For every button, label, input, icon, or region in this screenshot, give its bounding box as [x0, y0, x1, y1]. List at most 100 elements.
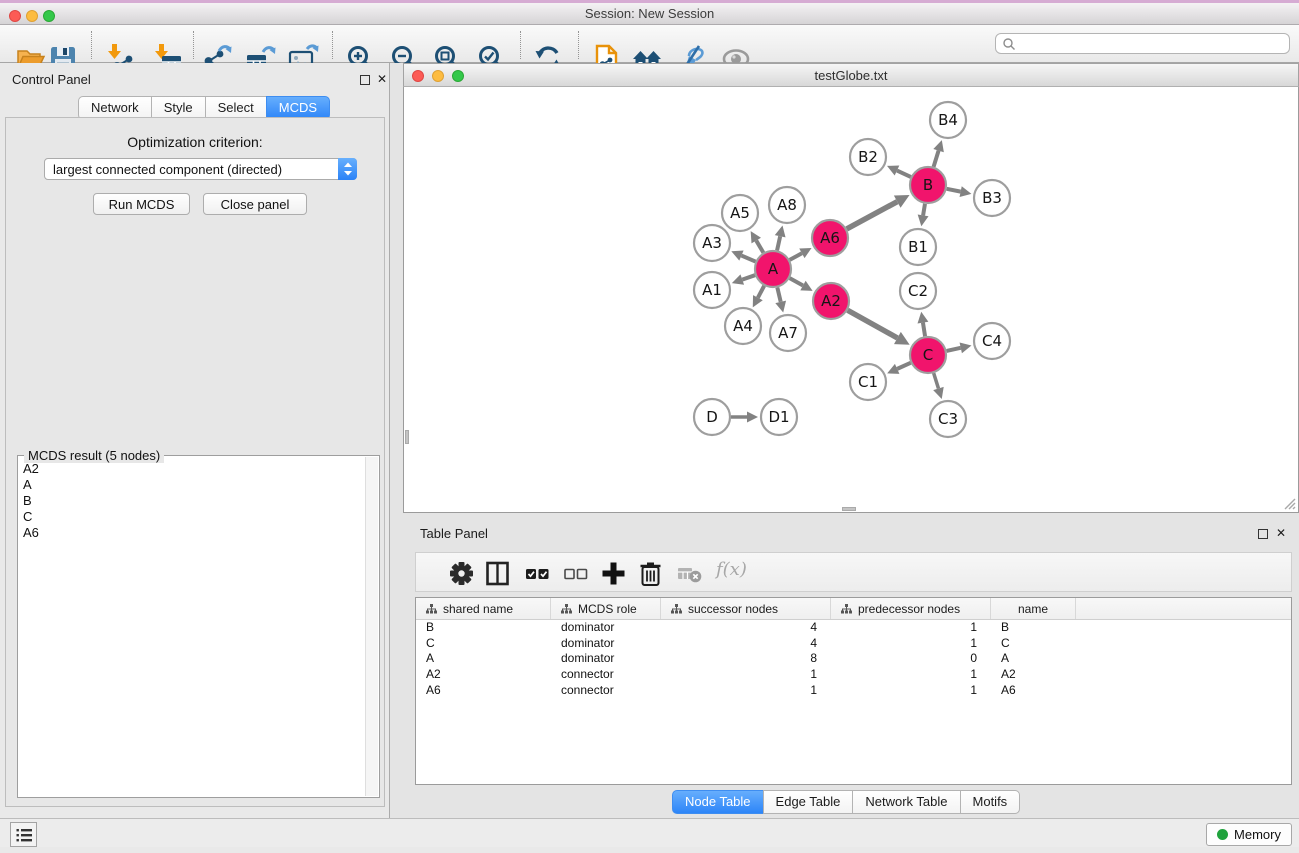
column-header[interactable]: shared name — [416, 598, 551, 619]
run-mcds-button[interactable]: Run MCDS — [93, 193, 190, 215]
search-field[interactable] — [995, 33, 1290, 54]
network-minimize-button[interactable] — [432, 70, 444, 82]
edge-A-A2[interactable] — [790, 278, 803, 285]
mcds-result-item[interactable]: C — [19, 509, 365, 525]
apply-function-icon[interactable]: f(x) — [716, 559, 747, 580]
table-row[interactable]: Adominator80A — [416, 651, 1291, 667]
resize-grip-icon[interactable] — [1282, 496, 1296, 510]
graph-node-C[interactable]: C — [910, 337, 946, 373]
canvas-vscroll-thumb[interactable] — [405, 430, 409, 444]
edge-B-B1[interactable] — [923, 204, 925, 216]
edge-A-A8[interactable] — [777, 236, 780, 250]
canvas-hscroll-thumb[interactable] — [842, 507, 856, 511]
table-row[interactable]: A2connector11A2 — [416, 667, 1291, 683]
graph-node-A1[interactable]: A1 — [694, 272, 730, 308]
edge-C-C1[interactable] — [897, 363, 910, 369]
edge-A-A5[interactable] — [756, 241, 763, 253]
graph-node-D1[interactable]: D1 — [761, 399, 797, 435]
graph-node-A8[interactable]: A8 — [769, 187, 805, 223]
edge-B-B4[interactable] — [934, 151, 939, 167]
mcds-result-item[interactable]: A6 — [19, 525, 365, 541]
graph-node-D[interactable]: D — [694, 399, 730, 435]
add-column-icon[interactable] — [600, 560, 627, 587]
edge-A-A6[interactable] — [790, 253, 802, 260]
graph-node-A4[interactable]: A4 — [725, 308, 761, 344]
close-panel-icon[interactable]: ✕ — [377, 72, 387, 86]
table-row[interactable]: Cdominator41C — [416, 636, 1291, 652]
edge-arrowhead — [960, 342, 972, 353]
edge-arrowhead — [918, 312, 929, 324]
svg-text:B4: B4 — [938, 111, 958, 129]
graph-node-B2[interactable]: B2 — [850, 139, 886, 175]
control-panel-title: Control Panel — [12, 72, 91, 87]
graph-node-C3[interactable]: C3 — [930, 401, 966, 437]
unselect-all-icon[interactable] — [562, 560, 589, 587]
tab-edge-table[interactable]: Edge Table — [763, 790, 854, 814]
edge-A6-B[interactable] — [847, 202, 898, 229]
close-window-button[interactable] — [9, 10, 21, 22]
svg-text:A3: A3 — [702, 234, 722, 252]
mcds-result-item[interactable]: A — [19, 477, 365, 493]
graph-node-B3[interactable]: B3 — [974, 180, 1010, 216]
column-header[interactable]: MCDS role — [551, 598, 661, 619]
svg-text:C: C — [923, 346, 933, 364]
network-canvas[interactable]: B4 B2 B B3 A8 A5 A6 A3 B1 A A1 C2 A2 A4A7 C4 C C1 D D1 C3 — [403, 87, 1299, 513]
task-history-button[interactable] — [10, 822, 37, 847]
mcds-result-scrollbar[interactable] — [365, 457, 378, 796]
graph-node-A[interactable]: A — [755, 251, 791, 287]
search-input[interactable] — [1016, 35, 1289, 52]
select-all-icon[interactable] — [524, 560, 551, 587]
svg-text:C1: C1 — [858, 373, 878, 391]
criterion-dropdown[interactable]: largest connected component (directed) — [44, 158, 357, 180]
table-float-icon[interactable] — [1258, 529, 1268, 539]
graph-node-A2[interactable]: A2 — [813, 283, 849, 319]
edge-A2-C[interactable] — [848, 310, 898, 338]
memory-button[interactable]: Memory — [1206, 823, 1292, 846]
mcds-result-item[interactable]: B — [19, 493, 365, 509]
table-row[interactable]: A6connector11A6 — [416, 683, 1291, 699]
float-panel-icon[interactable] — [360, 75, 370, 85]
edge-A-A1[interactable] — [742, 275, 755, 279]
column-header[interactable]: predecessor nodes — [831, 598, 991, 619]
edge-C-C2[interactable] — [923, 323, 925, 337]
graph-node-B1[interactable]: B1 — [900, 229, 936, 265]
tab-network-table[interactable]: Network Table — [852, 790, 960, 814]
close-panel-button[interactable]: Close panel — [203, 193, 307, 215]
graph-node-B[interactable]: B — [910, 167, 946, 203]
delete-table-icon[interactable] — [676, 560, 703, 587]
column-header[interactable]: successor nodes — [661, 598, 831, 619]
graph-node-A7[interactable]: A7 — [770, 315, 806, 351]
graph-node-C4[interactable]: C4 — [974, 323, 1010, 359]
column-header[interactable]: name — [991, 598, 1076, 619]
graph-node-C1[interactable]: C1 — [850, 364, 886, 400]
network-close-button[interactable] — [412, 70, 424, 82]
network-zoom-button[interactable] — [452, 70, 464, 82]
zoom-window-button[interactable] — [43, 10, 55, 22]
mcds-result-item[interactable]: A2 — [19, 461, 365, 477]
graph-node-A5[interactable]: A5 — [722, 195, 758, 231]
tab-node-table[interactable]: Node Table — [672, 790, 764, 814]
application-window: Session: New Session Control Panel ✕ — [0, 0, 1299, 853]
network-graph: B4 B2 B B3 A8 A5 A6 A3 B1 A A1 C2 A2 A4A7 C4 C C1 D D1 C3 — [404, 87, 1298, 511]
svg-text:A2: A2 — [821, 292, 841, 310]
tab-motifs[interactable]: Motifs — [960, 790, 1021, 814]
table-settings-gear-icon[interactable] — [448, 560, 475, 587]
edge-C-C4[interactable] — [947, 348, 961, 351]
edge-A-A3[interactable] — [741, 256, 755, 262]
graph-node-B4[interactable]: B4 — [930, 102, 966, 138]
delete-column-trash-icon[interactable] — [637, 560, 664, 587]
edge-A-A4[interactable] — [758, 286, 764, 298]
graph-node-A3[interactable]: A3 — [694, 225, 730, 261]
edge-A-A7[interactable] — [777, 287, 780, 301]
graph-node-C2[interactable]: C2 — [900, 273, 936, 309]
network-window-title-bar[interactable]: testGlobe.txt — [403, 63, 1299, 87]
toggle-panes-icon[interactable] — [484, 560, 511, 587]
table-row[interactable]: Bdominator41B — [416, 620, 1291, 636]
edge-C-C3[interactable] — [934, 373, 939, 388]
edge-B-B3[interactable] — [947, 189, 961, 192]
edge-B-B2[interactable] — [897, 171, 911, 177]
graph-node-A6[interactable]: A6 — [812, 220, 848, 256]
svg-text:B1: B1 — [908, 238, 928, 256]
table-close-icon[interactable]: ✕ — [1276, 526, 1286, 540]
minimize-window-button[interactable] — [26, 10, 38, 22]
